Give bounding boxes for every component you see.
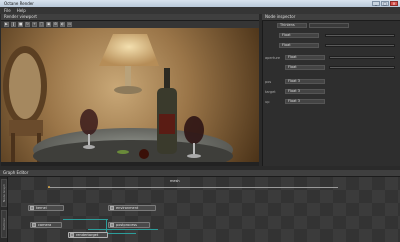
inspector-row: Float	[265, 65, 399, 71]
menu-bar: File Help	[0, 7, 400, 14]
pos-field[interactable]: Float 3	[285, 79, 325, 84]
stop-icon[interactable]: ■	[18, 22, 23, 27]
float-slider[interactable]	[329, 66, 395, 69]
up-label: up	[265, 100, 270, 104]
settings-icon[interactable]: ⚙	[53, 22, 58, 27]
target-label: target	[265, 90, 276, 94]
wine-bottle	[157, 68, 177, 154]
restart-icon[interactable]: ↻	[25, 22, 30, 27]
aperture-field[interactable]: Float	[285, 55, 325, 60]
float-slider[interactable]	[325, 34, 395, 37]
camera-node-label: camera	[38, 223, 52, 227]
tab-outliner[interactable]: Outliner	[1, 210, 7, 238]
render-viewport-title: Render viewport	[4, 14, 37, 19]
fit-icon[interactable]: □	[39, 22, 44, 27]
camera-name-field[interactable]	[309, 23, 349, 28]
menu-file[interactable]: File	[4, 7, 11, 14]
inspector-row: Float	[265, 43, 399, 49]
inspector-row: up Float 3	[265, 99, 399, 105]
postprocess-node[interactable]: postprocess	[108, 222, 150, 228]
kernel-node-label: kernel	[36, 206, 47, 210]
float-field[interactable]: Float	[279, 33, 319, 38]
aperture-label: aperture	[265, 56, 281, 60]
kernel-icon	[30, 206, 34, 210]
inspector-row: pos Float 3	[265, 79, 399, 85]
window-controls: _ □ ×	[372, 1, 398, 6]
inspector-row: aperture Float	[265, 55, 399, 61]
node-inspector-header: Node inspector	[262, 14, 400, 21]
octane-render-window: Octane Render _ □ × File Help Render vie…	[0, 0, 400, 242]
node-inspector-title: Node inspector	[265, 14, 296, 19]
region-icon[interactable]: ▭	[67, 22, 72, 27]
float-slider[interactable]	[325, 44, 395, 47]
channel-icon[interactable]: ◐	[60, 22, 65, 27]
node-inspector: Thinlens Float Float aperture Float Floa…	[262, 21, 400, 166]
rendertarget-node[interactable]: rendertarget	[68, 232, 108, 238]
graph-editor-title: Graph Editor	[3, 170, 29, 175]
save-icon[interactable]: ▣	[46, 22, 51, 27]
lamp	[99, 34, 159, 94]
pin[interactable]	[48, 186, 50, 188]
wire	[63, 219, 108, 220]
rendertarget-node-label: rendertarget	[76, 233, 99, 237]
wire	[88, 229, 158, 230]
minimize-button[interactable]: _	[372, 1, 380, 6]
environment-node-label: environment	[116, 206, 139, 210]
aperture-slider[interactable]	[329, 56, 395, 59]
kernel-node[interactable]: kernel	[28, 205, 64, 211]
render-viewport-header: Render viewport	[1, 14, 259, 21]
target-field[interactable]: Float 3	[285, 89, 325, 94]
wire	[106, 219, 107, 233]
render-statusbar	[1, 162, 259, 166]
node-graph-canvas[interactable]: mesh kernel environment camera postproce…	[8, 177, 400, 242]
camera-icon	[32, 223, 36, 227]
float-field[interactable]: Float	[279, 43, 319, 48]
menu-help[interactable]: Help	[17, 7, 26, 14]
inspector-row: Float	[265, 33, 399, 39]
fruit	[139, 149, 149, 159]
wire	[106, 233, 136, 234]
rendertarget-icon	[70, 233, 74, 237]
environment-node[interactable]: environment	[108, 205, 156, 211]
play-icon[interactable]: ▶	[4, 22, 9, 27]
tab-node-graph[interactable]: Node Graph	[1, 179, 7, 207]
inspector-row: target Float 3	[265, 89, 399, 95]
mesh-node-label: mesh	[170, 179, 180, 183]
camera-type-select[interactable]: Thinlens	[277, 23, 307, 28]
pause-icon[interactable]: ‖	[11, 22, 16, 27]
app-title: Octane Render	[4, 1, 34, 6]
environment-icon	[110, 206, 114, 210]
render-toolbar: ▶ ‖ ■ ↻ + □ ▣ ⚙ ◐ ▭	[1, 21, 259, 28]
mesh-bar	[48, 187, 338, 188]
render-image	[3, 34, 233, 162]
graph-editor-header: Graph Editor	[0, 170, 400, 177]
zoom-icon[interactable]: +	[32, 22, 37, 27]
graph-editor: Graph Editor Node Graph Outliner mesh ke…	[0, 170, 400, 242]
graph-side-tabs: Node Graph Outliner	[0, 177, 8, 242]
up-field[interactable]: Float 3	[285, 99, 325, 104]
pos-label: pos	[265, 80, 272, 84]
title-bar: Octane Render _ □ ×	[0, 0, 400, 7]
postprocess-node-label: postprocess	[116, 223, 138, 227]
float-field[interactable]: Float	[285, 65, 325, 70]
render-viewport[interactable]	[1, 28, 259, 162]
inspector-row: Thinlens	[265, 23, 399, 29]
close-button[interactable]: ×	[390, 1, 398, 6]
camera-node[interactable]: camera	[30, 222, 62, 228]
maximize-button[interactable]: □	[381, 1, 389, 6]
postprocess-icon	[110, 223, 114, 227]
